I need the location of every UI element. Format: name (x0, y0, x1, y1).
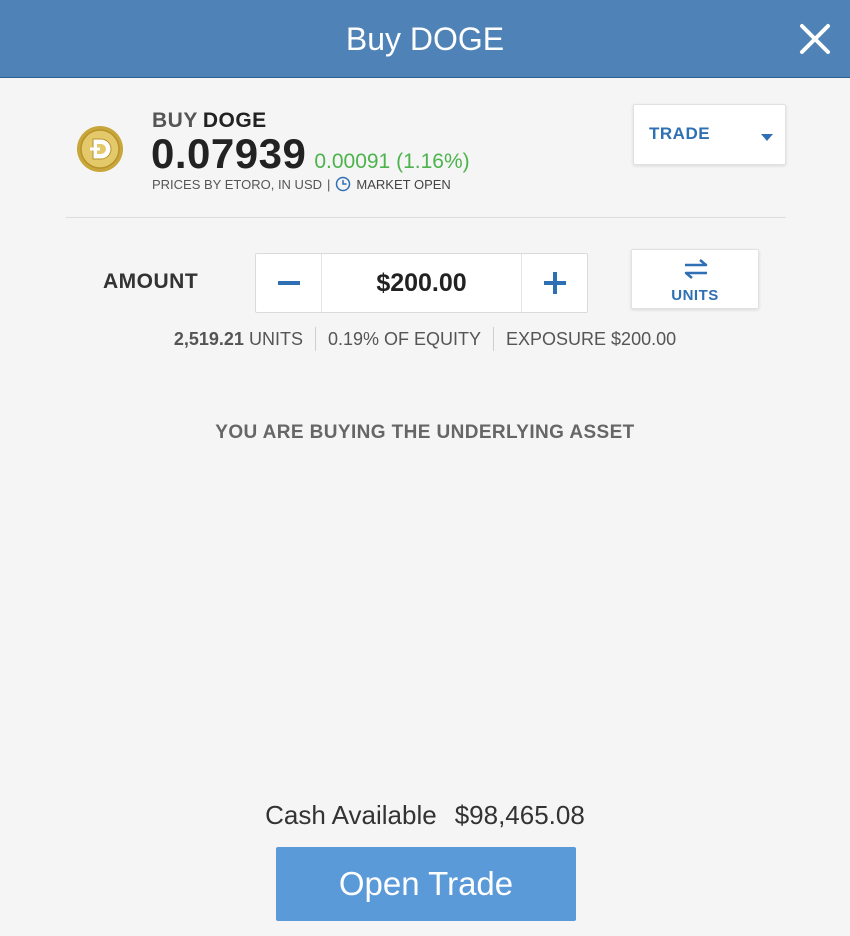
price-change: 0.00091 (1.16%) (314, 150, 470, 173)
increase-amount-button[interactable] (521, 254, 587, 312)
exposure-stat: EXPOSURE $200.00 (493, 327, 688, 351)
price-line: 0.07939 0.00091 (1.16%) (151, 131, 470, 177)
units-suffix: UNITS (248, 329, 303, 349)
decrease-amount-button[interactable] (256, 254, 322, 312)
clock-icon (336, 176, 351, 192)
meta-separator: | (327, 177, 331, 192)
open-trade-button[interactable]: Open Trade (276, 847, 576, 921)
order-type-selected: TRADE (649, 124, 711, 143)
cash-label: Cash Available (265, 800, 437, 830)
units-toggle-button[interactable]: UNITS (631, 249, 759, 309)
cash-value: $98,465.08 (454, 800, 585, 830)
position-stats: 2,519.21 UNITS 0.19% OF EQUITY EXPOSURE $2… (0, 327, 850, 351)
units-value: 2,519.21 (173, 329, 244, 349)
cash-available: Cash Available $98,465.08 (0, 800, 850, 831)
amount-label: AMOUNT (103, 270, 199, 293)
dialog-title: Buy DOGE (345, 21, 505, 57)
units-toggle-label: UNITS (671, 287, 719, 304)
close-icon (800, 24, 830, 54)
section-divider (66, 217, 786, 218)
caret-down-icon (761, 134, 773, 141)
buy-word: BUY (152, 109, 198, 132)
amount-stepper (255, 253, 588, 313)
amount-input[interactable] (322, 254, 521, 312)
price-meta: PRICES BY ETORO, IN USD | MARKET OPEN (152, 176, 451, 193)
dialog-header: Buy DOGE (0, 0, 850, 78)
minus-icon (278, 281, 300, 285)
instrument-symbol: DOGE (202, 109, 267, 132)
underlying-asset-notice: YOU ARE BUYING THE UNDERLYING ASSET (215, 422, 635, 443)
order-type-dropdown[interactable]: TRADE (633, 104, 786, 165)
current-price: 0.07939 (151, 130, 307, 177)
plus-icon (544, 272, 566, 294)
market-status: MARKET OPEN (356, 177, 451, 192)
equity-stat: 0.19% OF EQUITY (314, 327, 493, 351)
swap-arrows-icon (684, 259, 708, 279)
close-button[interactable] (796, 20, 834, 58)
prices-source: PRICES BY ETORO, IN USD (152, 177, 323, 192)
units-stat: 2,519.21 UNITS (162, 327, 315, 351)
doge-coin-icon (76, 125, 124, 173)
